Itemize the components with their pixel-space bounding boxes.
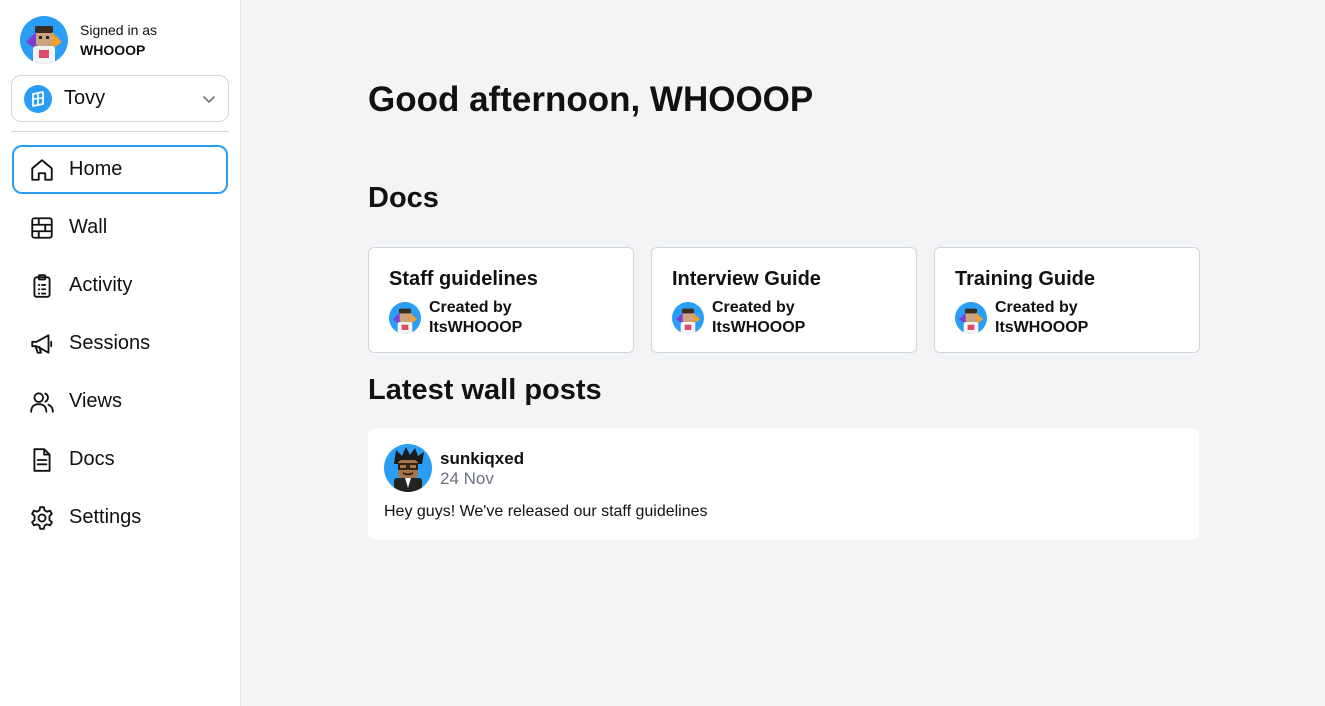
- user-avatar: [20, 16, 68, 64]
- workspace-name: Tovy: [64, 87, 106, 109]
- doc-author: Created by ItsWHOOOP: [955, 298, 1088, 338]
- doc-author-text: Created by ItsWHOOOP: [995, 298, 1088, 338]
- created-by-label: Created by: [712, 299, 795, 316]
- wall-section-title: Latest wall posts: [368, 374, 602, 406]
- sidebar-item-label: Activity: [69, 274, 133, 296]
- sidebar-item-label: Wall: [69, 216, 108, 238]
- wall-post-card: sunkiqxed 24 Nov Hey guys! We've release…: [368, 428, 1199, 540]
- doc-card[interactable]: Training Guide Created by ItsWHOOOP: [934, 247, 1200, 353]
- created-by-label: Created by: [429, 299, 512, 316]
- wall-icon: [29, 215, 55, 241]
- sidebar-nav: Home Wall Activity Sessions Views Docs S…: [12, 145, 228, 551]
- chevron-down-icon: [201, 91, 217, 112]
- author-name: ItsWHOOOP: [712, 319, 806, 336]
- author-avatar: [955, 302, 987, 334]
- sidebar-item-label: Settings: [69, 506, 142, 528]
- author-avatar: [672, 302, 704, 334]
- doc-author-text: Created by ItsWHOOOP: [712, 298, 805, 338]
- app-root: Signed in as WHOOOP Tovy Home Wall Activ…: [0, 0, 1325, 706]
- sidebar-item-settings[interactable]: Settings: [12, 493, 228, 542]
- sidebar-item-views[interactable]: Views: [12, 377, 228, 426]
- doc-author: Created by ItsWHOOOP: [389, 298, 522, 338]
- workspace-selector[interactable]: Tovy: [11, 75, 229, 122]
- created-by-label: Created by: [995, 299, 1078, 316]
- doc-author: Created by ItsWHOOOP: [672, 298, 805, 338]
- author-name: ItsWHOOOP: [995, 319, 1089, 336]
- sidebar-item-label: Sessions: [69, 332, 151, 354]
- document-icon: [29, 447, 55, 473]
- main-content: Good afternoon, WHOOOP Docs Staff guidel…: [241, 0, 1325, 706]
- doc-card[interactable]: Staff guidelines Created by ItsWHOOOP: [368, 247, 634, 353]
- signed-in-username: WHOOOP: [80, 42, 146, 58]
- sidebar-item-wall[interactable]: Wall: [12, 203, 228, 252]
- post-author-avatar[interactable]: [384, 444, 432, 492]
- docs-section-title: Docs: [368, 182, 439, 214]
- gear-icon: [29, 505, 55, 531]
- page-title: Good afternoon, WHOOOP: [368, 80, 814, 119]
- doc-author-text: Created by ItsWHOOOP: [429, 298, 522, 338]
- post-body: Hey guys! We've released our staff guide…: [384, 503, 708, 520]
- doc-title: Staff guidelines: [389, 268, 538, 290]
- user-text: Signed in as WHOOOP: [80, 20, 157, 60]
- post-date: 24 Nov: [440, 469, 494, 488]
- workspace-logo-icon: [24, 84, 52, 113]
- doc-card[interactable]: Interview Guide Created by ItsWHOOOP: [651, 247, 917, 353]
- sidebar-divider: [11, 131, 229, 132]
- sidebar-item-sessions[interactable]: Sessions: [12, 319, 228, 368]
- signed-in-label: Signed in as: [80, 22, 158, 38]
- post-author-name[interactable]: sunkiqxed: [440, 449, 524, 469]
- sidebar-item-label: Home: [69, 158, 123, 180]
- home-icon: [29, 157, 55, 183]
- sidebar: Signed in as WHOOOP Tovy Home Wall Activ…: [0, 0, 241, 706]
- sidebar-item-label: Docs: [69, 448, 115, 470]
- megaphone-icon: [29, 331, 55, 357]
- sidebar-item-docs[interactable]: Docs: [12, 435, 228, 484]
- sidebar-item-home[interactable]: Home: [12, 145, 228, 194]
- sidebar-item-label: Views: [69, 390, 122, 412]
- sidebar-item-activity[interactable]: Activity: [12, 261, 228, 310]
- user-profile[interactable]: Signed in as WHOOOP: [20, 16, 157, 64]
- author-avatar: [389, 302, 421, 334]
- users-icon: [29, 389, 55, 415]
- author-name: ItsWHOOOP: [429, 319, 523, 336]
- clipboard-icon: [29, 273, 55, 299]
- doc-title: Interview Guide: [672, 268, 821, 290]
- doc-title: Training Guide: [955, 268, 1096, 290]
